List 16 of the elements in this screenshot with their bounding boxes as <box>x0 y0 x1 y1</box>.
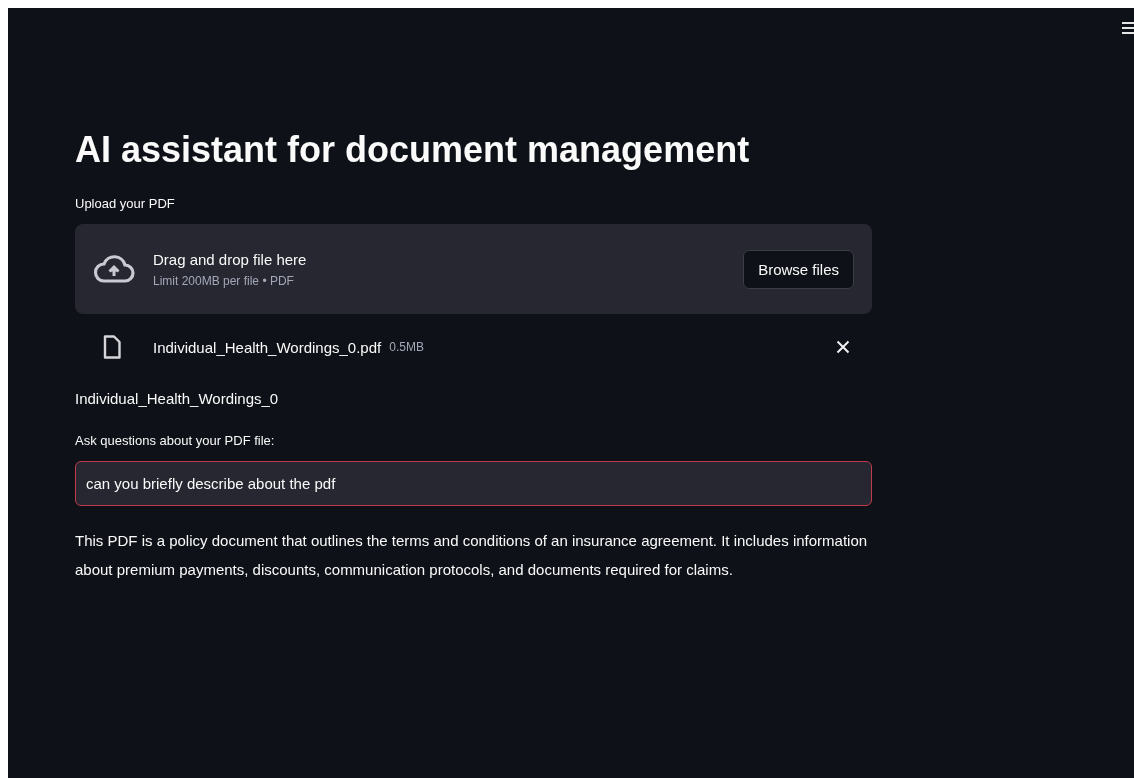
file-size: 0.5MB <box>389 340 425 354</box>
browse-files-button[interactable]: Browse files <box>743 249 854 289</box>
upload-label: Upload your PDF <box>75 195 176 213</box>
question-label: Ask questions about your PDF file: <box>75 432 276 450</box>
answer-text: This PDF is a policy document that outlines the terms and conditions of an insurance agreement. It includes information about premium payments, discounts, communication protocols, and documents required for claims. <box>75 531 869 580</box>
cloud-upload-icon <box>93 254 135 284</box>
menu-icon[interactable] <box>1122 21 1134 35</box>
question-input[interactable]: can you briefly describe about the pdf <box>75 461 872 506</box>
document-name: Individual_Health_Wordings_0 <box>75 390 280 407</box>
file-dropzone[interactable]: Drag and drop file here Limit 200MB per file • PDF Browse files <box>75 224 872 314</box>
drop-instruction: Drag and drop file here <box>153 250 308 268</box>
page-title: AI assistant for document management <box>75 128 751 172</box>
file-limit-text: Limit 200MB per file • PDF <box>153 273 295 288</box>
close-icon[interactable] <box>836 340 850 354</box>
file-icon <box>103 335 121 359</box>
file-name: Individual_Health_Wordings_0.pdf <box>153 338 382 356</box>
